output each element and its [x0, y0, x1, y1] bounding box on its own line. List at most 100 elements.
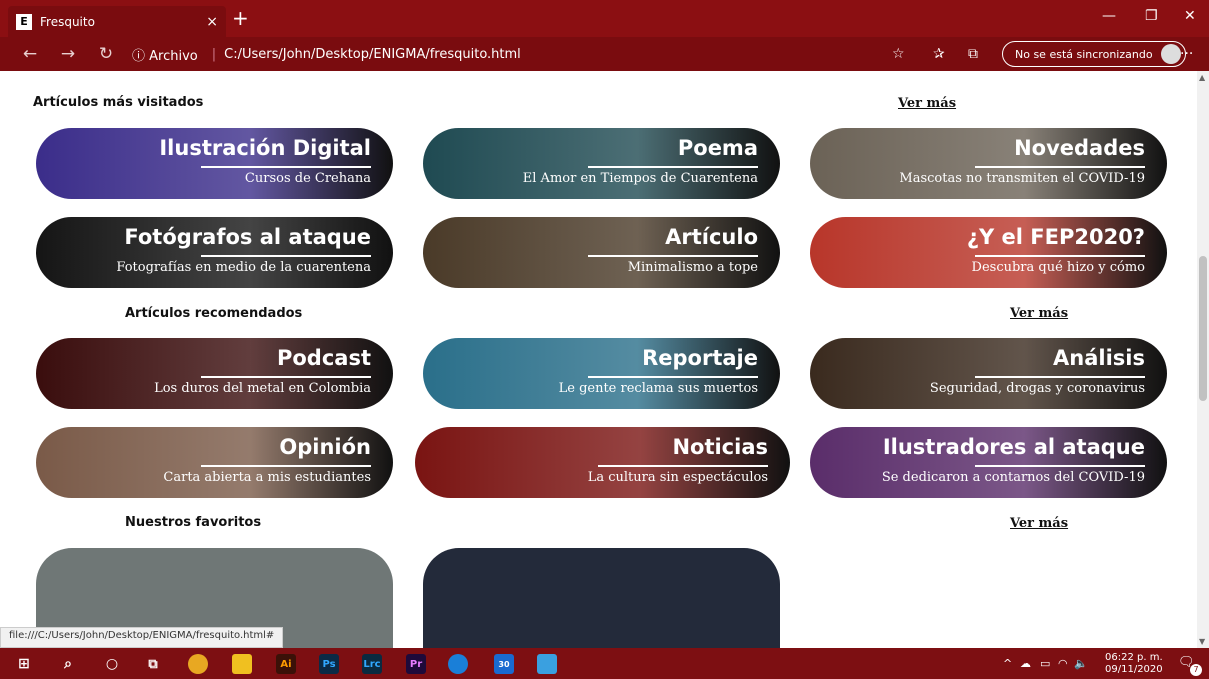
- card-divider: [201, 376, 371, 378]
- chrome-icon[interactable]: [188, 654, 208, 674]
- scroll-up-icon[interactable]: ▲: [1199, 73, 1205, 82]
- premiere-icon[interactable]: Pr: [406, 654, 426, 674]
- card-title: ¿Y el FEP2020?: [966, 225, 1145, 249]
- card-fep2020[interactable]: ¿Y el FEP2020? Descubra qué hizo y cómo: [810, 217, 1167, 288]
- vertical-scrollbar[interactable]: ▲ ▼: [1197, 71, 1209, 648]
- card-subtitle: Minimalismo a tope: [627, 260, 758, 275]
- card-divider: [975, 465, 1145, 467]
- windows-start-icon[interactable]: ⊞: [14, 654, 34, 674]
- sync-label: No se está sincronizando: [1015, 47, 1153, 61]
- cortana-icon[interactable]: ○: [102, 654, 122, 674]
- scroll-down-icon[interactable]: ▼: [1199, 637, 1205, 646]
- refresh-icon[interactable]: ↻: [90, 44, 122, 64]
- card-noticias[interactable]: Noticias La cultura sin espectáculos: [415, 427, 790, 498]
- clock-time: 06:22 p. m.: [1105, 652, 1163, 663]
- card-divider: [975, 376, 1145, 378]
- favorites-list-icon[interactable]: ✰: [933, 46, 945, 62]
- address-bar: ← → ↻ ⓘ Archivo | C:/Users/John/Desktop/…: [0, 37, 1209, 71]
- back-icon[interactable]: ←: [14, 44, 46, 64]
- card-novedades[interactable]: Novedades Mascotas no transmiten el COVID…: [810, 128, 1167, 199]
- illustrator-icon[interactable]: Ai: [276, 654, 296, 674]
- close-tab-icon[interactable]: ×: [206, 14, 218, 30]
- status-bar-url: file:///C:/Users/John/Desktop/ENIGMA/fre…: [0, 627, 284, 648]
- favorite-card-2[interactable]: [423, 548, 780, 648]
- restore-icon[interactable]: ❐: [1145, 8, 1158, 24]
- card-title: Novedades: [1014, 136, 1145, 160]
- url-text: C:/Users/John/Desktop/ENIGMA/fresquito.h…: [224, 46, 521, 62]
- profile-avatar: [1160, 44, 1181, 64]
- card-articulo[interactable]: Artículo Minimalismo a tope: [423, 217, 780, 288]
- forward-icon[interactable]: →: [52, 44, 84, 64]
- section-title-favoritos: Nuestros favoritos: [125, 515, 262, 530]
- edge-icon[interactable]: [448, 654, 468, 674]
- card-title: Opinión: [279, 435, 371, 459]
- card-divider: [598, 465, 768, 467]
- new-tab-button[interactable]: +: [232, 8, 249, 28]
- close-window-icon[interactable]: ✕: [1184, 8, 1196, 24]
- ver-mas-visitados-link[interactable]: Ver más: [898, 96, 956, 111]
- clock-date: 09/11/2020: [1105, 664, 1163, 675]
- card-title: Ilustradores al ataque: [882, 435, 1145, 459]
- taskbar: ⊞ ⌕ ○ ⧉ Ai Ps Lrc Pr 30 ^ ☁ ▭ ◠ 🔈 06:22 …: [0, 648, 1209, 679]
- cloud-icon[interactable]: ☁: [1020, 657, 1031, 670]
- page-content: Artículos más visitados Ver más Ilustrac…: [0, 71, 1197, 648]
- card-subtitle: Mascotas no transmiten el COVID-19: [899, 171, 1145, 186]
- photoshop-icon[interactable]: Ps: [319, 654, 339, 674]
- card-divider: [975, 255, 1145, 257]
- battery-icon[interactable]: ▭: [1040, 657, 1050, 670]
- card-subtitle: Seguridad, drogas y coronavirus: [929, 381, 1145, 396]
- card-reportaje[interactable]: Reportaje Le gente reclama sus muertos: [423, 338, 780, 409]
- title-bar: E Fresquito × + — ❐ ✕: [0, 0, 1209, 37]
- card-title: Artículo: [665, 225, 758, 249]
- favorite-star-icon[interactable]: ☆: [892, 46, 905, 62]
- sync-button[interactable]: No se está sincronizando: [1002, 41, 1186, 67]
- card-subtitle: Se dedicaron a contarnos del COVID-19: [881, 470, 1145, 485]
- minimize-icon[interactable]: —: [1102, 8, 1116, 24]
- volume-icon[interactable]: 🔈: [1074, 657, 1088, 670]
- card-divider: [975, 166, 1145, 168]
- scroll-thumb[interactable]: [1199, 256, 1207, 401]
- card-poema[interactable]: Poema El Amor en Tiempos de Cuarentena: [423, 128, 780, 199]
- card-title: Ilustración Digital: [159, 136, 371, 160]
- card-ilustradores-al-ataque[interactable]: Ilustradores al ataque Se dedicaron a con…: [810, 427, 1167, 498]
- card-subtitle: Los duros del metal en Colombia: [154, 381, 371, 396]
- ver-mas-recomendados-link[interactable]: Ver más: [1010, 306, 1068, 321]
- card-subtitle: Cursos de Crehana: [244, 171, 371, 186]
- url-separator: |: [211, 46, 217, 62]
- more-menu-icon[interactable]: ···: [1180, 46, 1193, 62]
- url-field[interactable]: ⓘ Archivo | C:/Users/John/Desktop/ENIGMA…: [132, 41, 912, 67]
- tab-title: Fresquito: [40, 14, 95, 29]
- card-divider: [201, 166, 371, 168]
- wifi-icon[interactable]: ◠: [1058, 657, 1068, 670]
- file-explorer-icon[interactable]: [232, 654, 252, 674]
- search-icon[interactable]: ⌕: [58, 654, 78, 674]
- browser-tab[interactable]: E Fresquito ×: [8, 6, 226, 37]
- card-divider: [588, 166, 758, 168]
- card-title: Poema: [677, 136, 758, 160]
- card-divider: [201, 255, 371, 257]
- app-icon[interactable]: [537, 654, 557, 674]
- lightroom-icon[interactable]: Lrc: [362, 654, 382, 674]
- card-opinion[interactable]: Opinión Carta abierta a mis estudiantes: [36, 427, 393, 498]
- card-subtitle: Fotografías en medio de la cuarentena: [116, 260, 371, 275]
- notification-count: 7: [1190, 664, 1202, 676]
- task-view-icon[interactable]: ⧉: [143, 654, 163, 674]
- card-subtitle: Descubra qué hizo y cómo: [971, 260, 1145, 275]
- clock[interactable]: 06:22 p. m. 09/11/2020: [1105, 652, 1163, 676]
- card-title: Fotógrafos al ataque: [124, 225, 371, 249]
- card-subtitle: La cultura sin espectáculos: [587, 470, 768, 485]
- card-divider: [588, 376, 758, 378]
- ver-mas-favoritos-link[interactable]: Ver más: [1010, 516, 1068, 531]
- card-title: Análisis: [1053, 346, 1145, 370]
- card-analisis[interactable]: Análisis Seguridad, drogas y coronavirus: [810, 338, 1167, 409]
- tray-chevron-icon[interactable]: ^: [1003, 657, 1012, 670]
- collections-icon[interactable]: ⧉: [968, 46, 978, 62]
- card-fotografos-al-ataque[interactable]: Fotógrafos al ataque Fotografías en medio…: [36, 217, 393, 288]
- card-subtitle: El Amor en Tiempos de Cuarentena: [522, 171, 758, 186]
- card-ilustracion-digital[interactable]: Ilustración Digital Cursos de Crehana: [36, 128, 393, 199]
- card-podcast[interactable]: Podcast Los duros del metal en Colombia: [36, 338, 393, 409]
- card-title: Podcast: [276, 346, 371, 370]
- site-info-label[interactable]: ⓘ Archivo: [132, 45, 198, 64]
- card-title: Reportaje: [642, 346, 758, 370]
- badge-app-icon[interactable]: 30: [494, 654, 514, 674]
